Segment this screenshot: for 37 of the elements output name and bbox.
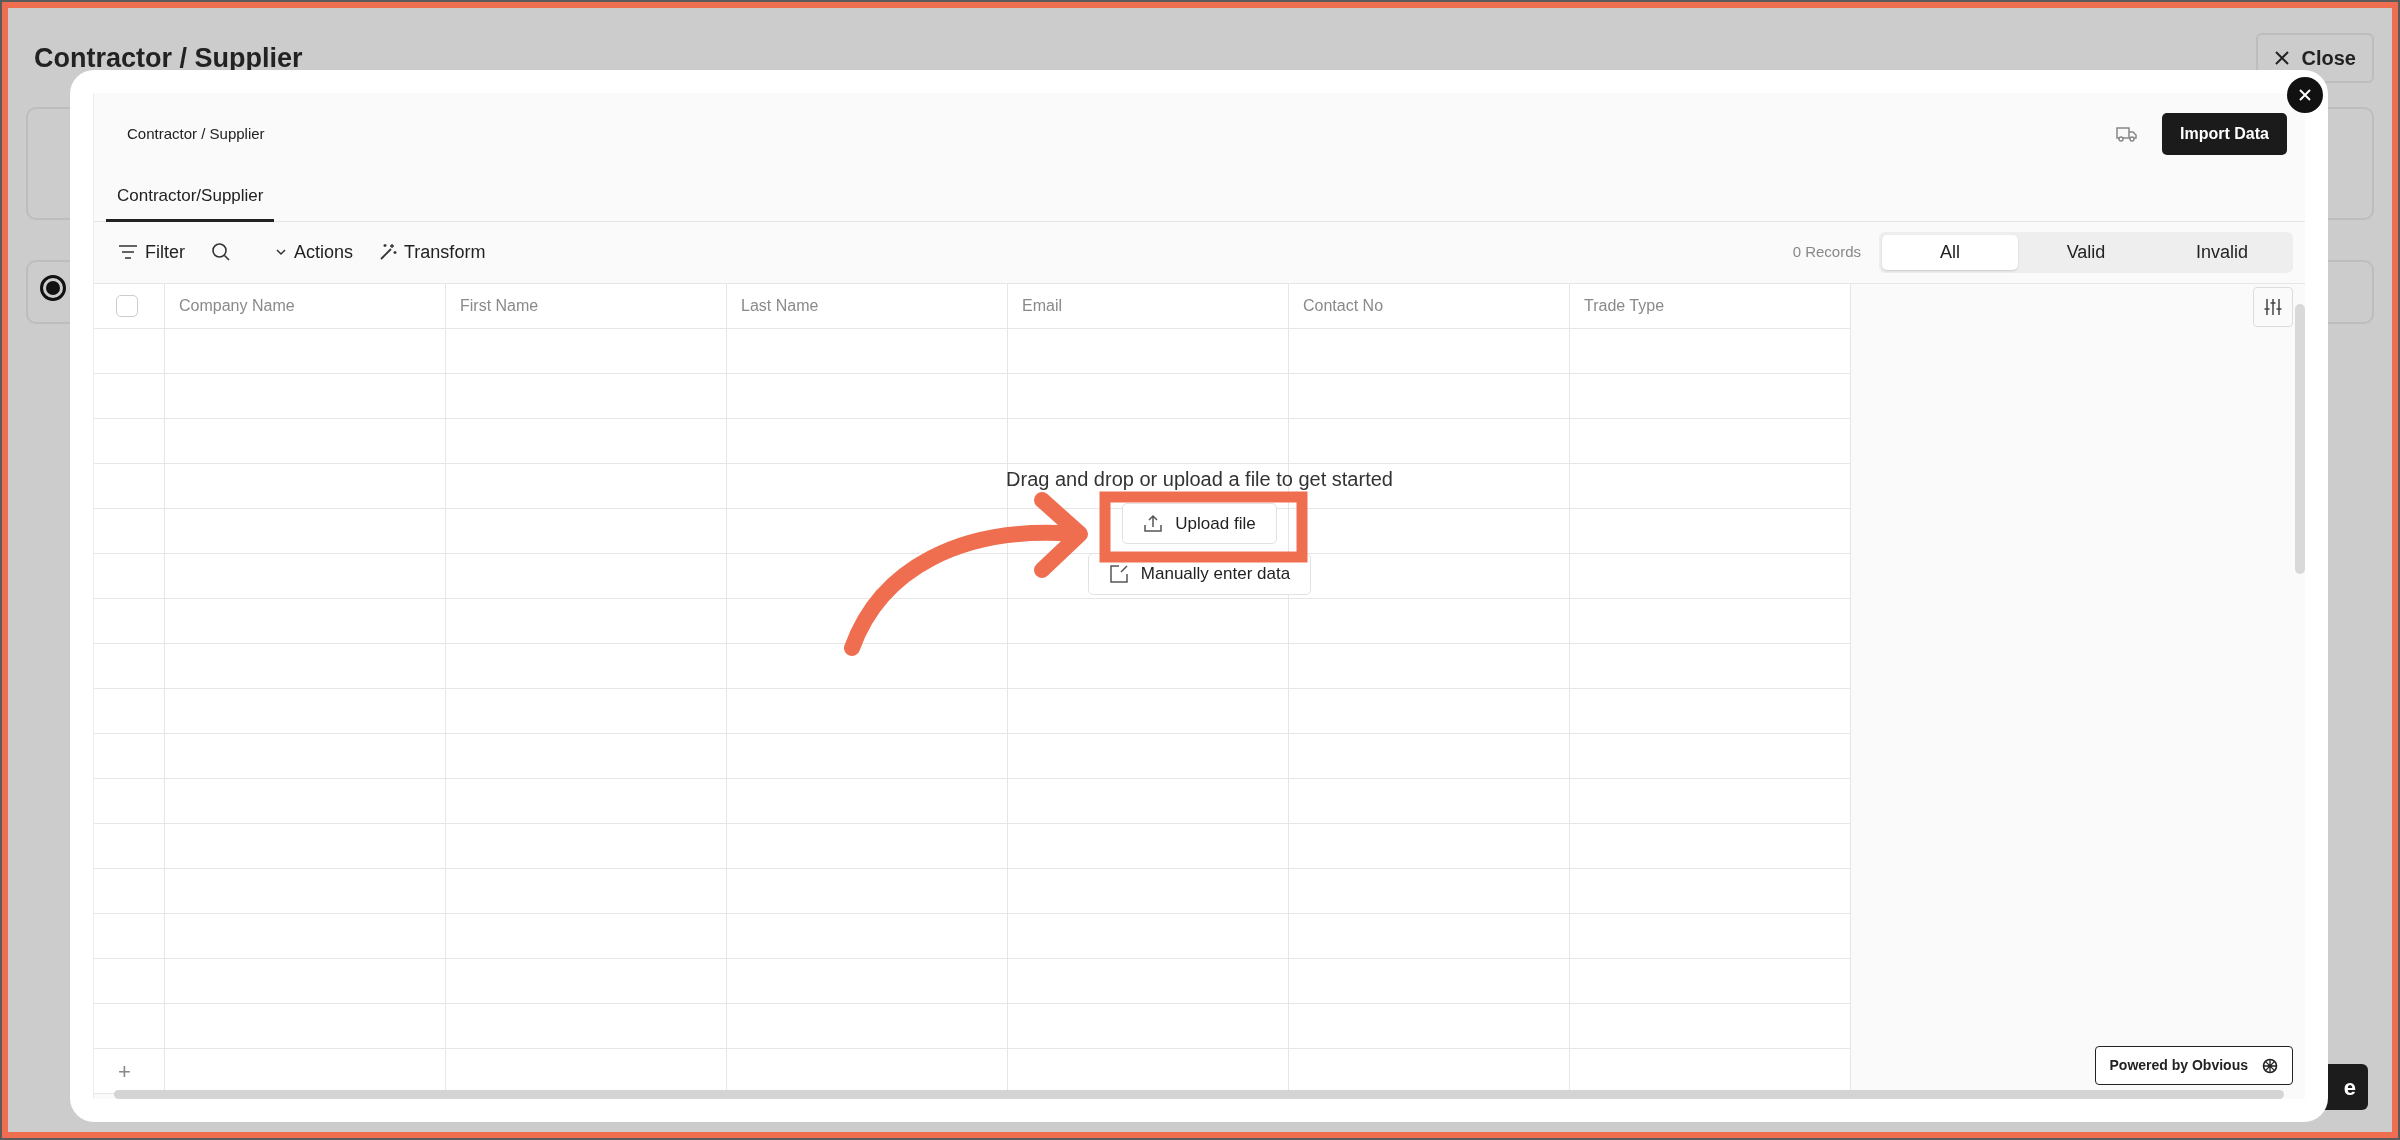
powered-by-badge[interactable]: Powered by Obvious: [2094, 1046, 2293, 1085]
upload-file-button[interactable]: Upload file: [1122, 502, 1277, 544]
close-button[interactable]: [2287, 77, 2323, 113]
caret-icon: [275, 248, 287, 256]
empty-state-message: Drag and drop or upload a file to get started: [1006, 466, 1393, 492]
radio-button[interactable]: [40, 275, 66, 301]
column-settings-button[interactable]: [2253, 286, 2293, 327]
select-all-checkbox[interactable]: [116, 295, 138, 317]
column-header[interactable]: Last Name: [741, 294, 819, 318]
actions-button[interactable]: Actions: [271, 236, 358, 268]
filter-tab[interactable]: Invalid: [2154, 234, 2290, 270]
importer-title: Contractor / Supplier: [127, 123, 265, 144]
edit-icon: [1108, 563, 1129, 584]
scrollbar-thumb[interactable]: [2295, 303, 2305, 574]
record-count: 0 Records: [1792, 241, 1861, 262]
column-header[interactable]: Company Name: [179, 294, 295, 318]
column-header[interactable]: Contact No: [1303, 294, 1384, 318]
import-data-button[interactable]: Import Data: [2162, 113, 2287, 155]
sliders-icon: [2263, 296, 2283, 317]
page-title: Contractor / Supplier: [34, 41, 303, 75]
column-header[interactable]: First Name: [460, 294, 539, 318]
filter-icon: [118, 244, 138, 260]
filter-tab[interactable]: Valid: [2018, 234, 2154, 270]
filter-tab[interactable]: All: [1882, 234, 2018, 270]
search-icon: [211, 242, 231, 262]
filter-button[interactable]: Filter: [114, 236, 189, 268]
close-icon: [2298, 88, 2312, 102]
column-header[interactable]: Trade Type: [1584, 294, 1665, 318]
add-row-button[interactable]: +: [112, 1054, 137, 1088]
close-icon: [2273, 50, 2290, 66]
tab[interactable]: Contractor/Supplier: [106, 175, 275, 222]
upload-icon: [1143, 513, 1164, 534]
truck-icon: [2114, 124, 2139, 144]
scrollbar-thumb[interactable]: [114, 1090, 2284, 1099]
wand-icon: [379, 243, 398, 261]
transform-button[interactable]: Transform: [375, 236, 490, 268]
logo-icon: [2262, 1057, 2278, 1074]
